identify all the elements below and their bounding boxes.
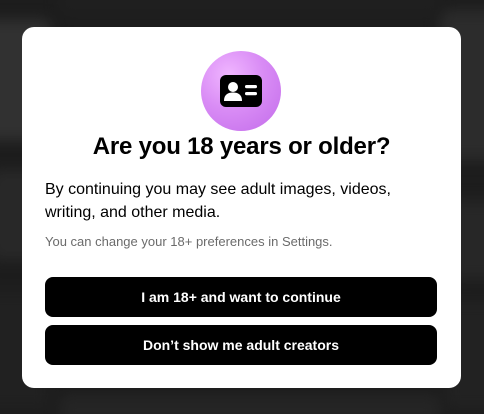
hide-adult-creators-button[interactable]: Don’t show me adult creators xyxy=(45,325,437,365)
dialog-body-text: By continuing you may see adult images, … xyxy=(45,181,391,221)
dialog-title: Are you 18 years or older? xyxy=(92,133,391,160)
continue-button[interactable]: I am 18+ and want to continue xyxy=(45,277,437,317)
id-badge xyxy=(201,51,281,131)
age-verification-dialog: Are you 18 years or older? By continuing… xyxy=(22,27,461,388)
id-card-icon xyxy=(220,75,262,107)
settings-note: You can change your 18+ preferences in S… xyxy=(45,234,333,249)
